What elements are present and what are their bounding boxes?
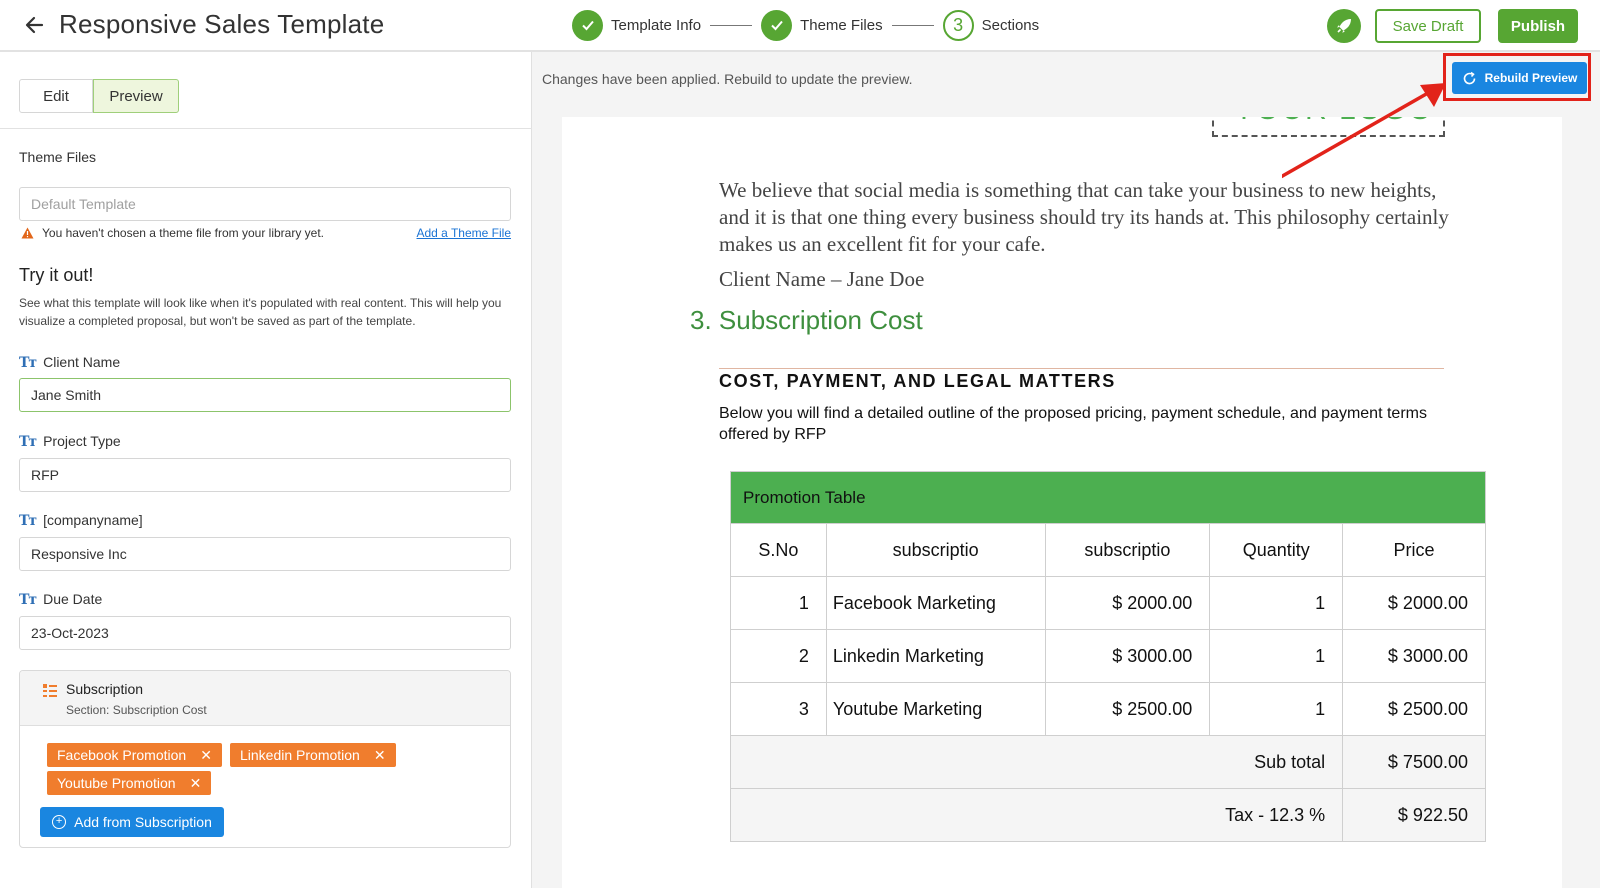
warning-text: You haven't chosen a theme file from you… [42, 226, 324, 240]
annotation-arrow-icon [1282, 83, 1446, 179]
preview-panel: Changes have been applied. Rebuild to up… [532, 52, 1600, 888]
subscription-title: Subscription [66, 681, 144, 697]
rocket-icon [1337, 19, 1351, 33]
theme-warning: You haven't chosen a theme file from you… [21, 226, 511, 240]
due-date-label: Tт Due Date [19, 591, 103, 608]
table-cell: 1 [1209, 682, 1344, 736]
theme-files-label: Theme Files [19, 149, 97, 165]
publish-button[interactable]: Publish [1498, 9, 1578, 43]
table-row: 1 Facebook Marketing $ 2000.00 1 $ 2000.… [730, 576, 1486, 630]
client-name-label: Tт Client Name [19, 354, 121, 371]
step-divider [710, 24, 753, 26]
due-date-input[interactable]: 23-Oct-2023 [19, 616, 511, 650]
table-title: Promotion Table [730, 471, 1486, 524]
column-header: S.No [730, 523, 827, 577]
promotion-table: Promotion Table S.No subscriptio subscri… [729, 471, 1486, 842]
save-draft-button[interactable]: Save Draft [1375, 9, 1481, 43]
companyname-label: Tт [companyname] [19, 512, 143, 529]
cost-payment-description: Below you will find a detailed outline o… [719, 405, 1427, 443]
table-row: 3 Youtube Marketing $ 2500.00 1 $ 2500.0… [730, 682, 1486, 736]
table-cell: $ 3000.00 [1044, 629, 1211, 683]
check-icon [572, 9, 603, 41]
top-bar: Responsive Sales Template Template Info … [0, 0, 1600, 52]
try-it-out-title: Try it out! [19, 265, 94, 285]
table-cell: 1 [730, 576, 827, 630]
tax-row: Tax - 12.3 % $ 922.50 [729, 788, 1486, 842]
table-cell: Youtube Marketing [825, 682, 1046, 736]
client-name-input[interactable]: Jane Smith [19, 378, 511, 412]
project-type-label: Tт Project Type [19, 433, 121, 450]
subtotal-value: $ 7500.00 [1342, 735, 1486, 789]
left-panel: Edit Preview Theme Files Default Templat… [0, 52, 532, 888]
table-cell: 1 [1209, 576, 1344, 630]
column-header: Quantity [1209, 523, 1344, 577]
step-theme-files[interactable]: Theme Files [800, 17, 883, 34]
remove-icon[interactable]: ✕ [374, 747, 386, 764]
progress-steps: Template Info Theme Files 3 Sections [572, 9, 1039, 41]
page-title: Responsive Sales Template [59, 9, 385, 39]
text-field-icon: Tт [19, 434, 37, 450]
table-cell: 3 [730, 682, 827, 736]
rebuild-notice: Changes have been applied. Rebuild to up… [542, 71, 913, 87]
table-cell: Facebook Marketing [825, 576, 1046, 630]
divider [719, 368, 1444, 369]
companyname-input[interactable]: Responsive Inc [19, 537, 511, 571]
table-cell: 1 [1209, 629, 1344, 683]
table-cell: $ 2000.00 [1342, 576, 1486, 630]
cost-payment-heading: COST, PAYMENT, AND LEGAL MATTERS [719, 371, 1116, 391]
section-heading: 3. Subscription Cost [690, 305, 923, 335]
step-sections[interactable]: Sections [982, 17, 1040, 34]
text-field-icon: Tт [19, 513, 37, 529]
chip-youtube-promotion[interactable]: Youtube Promotion ✕ [47, 771, 212, 795]
divider [0, 128, 532, 129]
subtotal-label: Sub total [729, 735, 1344, 789]
chip-facebook-promotion[interactable]: Facebook Promotion ✕ [47, 743, 222, 767]
warning-icon [21, 227, 34, 239]
subscription-subtitle: Section: Subscription Cost [66, 703, 207, 717]
tab-preview[interactable]: Preview [93, 79, 179, 113]
table-cell: $ 3000.00 [1342, 629, 1486, 683]
table-cell: 2 [730, 629, 827, 683]
table-row: 2 Linkedin Marketing $ 3000.00 1 $ 3000.… [730, 629, 1486, 683]
client-line: Client Name – Jane Doe [719, 267, 925, 291]
quote-text: We believe that social media is somethin… [719, 178, 1449, 256]
subscription-header: Subscription Section: Subscription Cost [20, 671, 510, 726]
plus-circle-icon: + [52, 815, 67, 829]
step-number: 3 [942, 9, 974, 41]
chip-linkedin-promotion[interactable]: Linkedin Promotion ✕ [230, 743, 396, 767]
step-template-info[interactable]: Template Info [611, 17, 701, 34]
add-theme-file-link[interactable]: Add a Theme File [417, 226, 512, 240]
document-preview: YOUR LOGO We believe that social media i… [562, 117, 1562, 888]
launch-button[interactable] [1327, 9, 1361, 43]
table-cell: $ 2500.00 [1044, 682, 1211, 736]
add-from-subscription-button[interactable]: + Add from Subscription [40, 807, 224, 837]
tax-label: Tax - 12.3 % [729, 788, 1344, 842]
theme-file-select[interactable]: Default Template [19, 187, 511, 221]
table-cell: $ 2000.00 [1044, 576, 1211, 630]
column-header: subscriptio [825, 523, 1046, 577]
column-header: subscriptio [1044, 523, 1211, 577]
text-field-icon: Tт [19, 355, 37, 371]
table-cell: Linkedin Marketing [825, 629, 1046, 683]
remove-icon[interactable]: ✕ [200, 747, 212, 764]
back-arrow-icon[interactable] [22, 12, 48, 38]
try-it-out-description: See what this template will look like wh… [19, 296, 502, 328]
table-header-row: S.No subscriptio subscriptio Quantity Pr… [730, 523, 1486, 577]
list-icon [43, 684, 57, 697]
tab-edit[interactable]: Edit [19, 79, 93, 113]
subtotal-row: Sub total $ 7500.00 [729, 735, 1486, 789]
table-cell: $ 2500.00 [1342, 682, 1486, 736]
view-tabs: Edit Preview [19, 79, 179, 113]
remove-icon[interactable]: ✕ [190, 775, 202, 792]
tax-value: $ 922.50 [1342, 788, 1486, 842]
subscription-card: Subscription Section: Subscription Cost … [19, 670, 511, 848]
check-icon [761, 9, 793, 41]
project-type-input[interactable]: RFP [19, 458, 511, 492]
text-field-icon: Tт [19, 592, 37, 608]
column-header: Price [1342, 523, 1486, 577]
step-divider [891, 24, 934, 26]
